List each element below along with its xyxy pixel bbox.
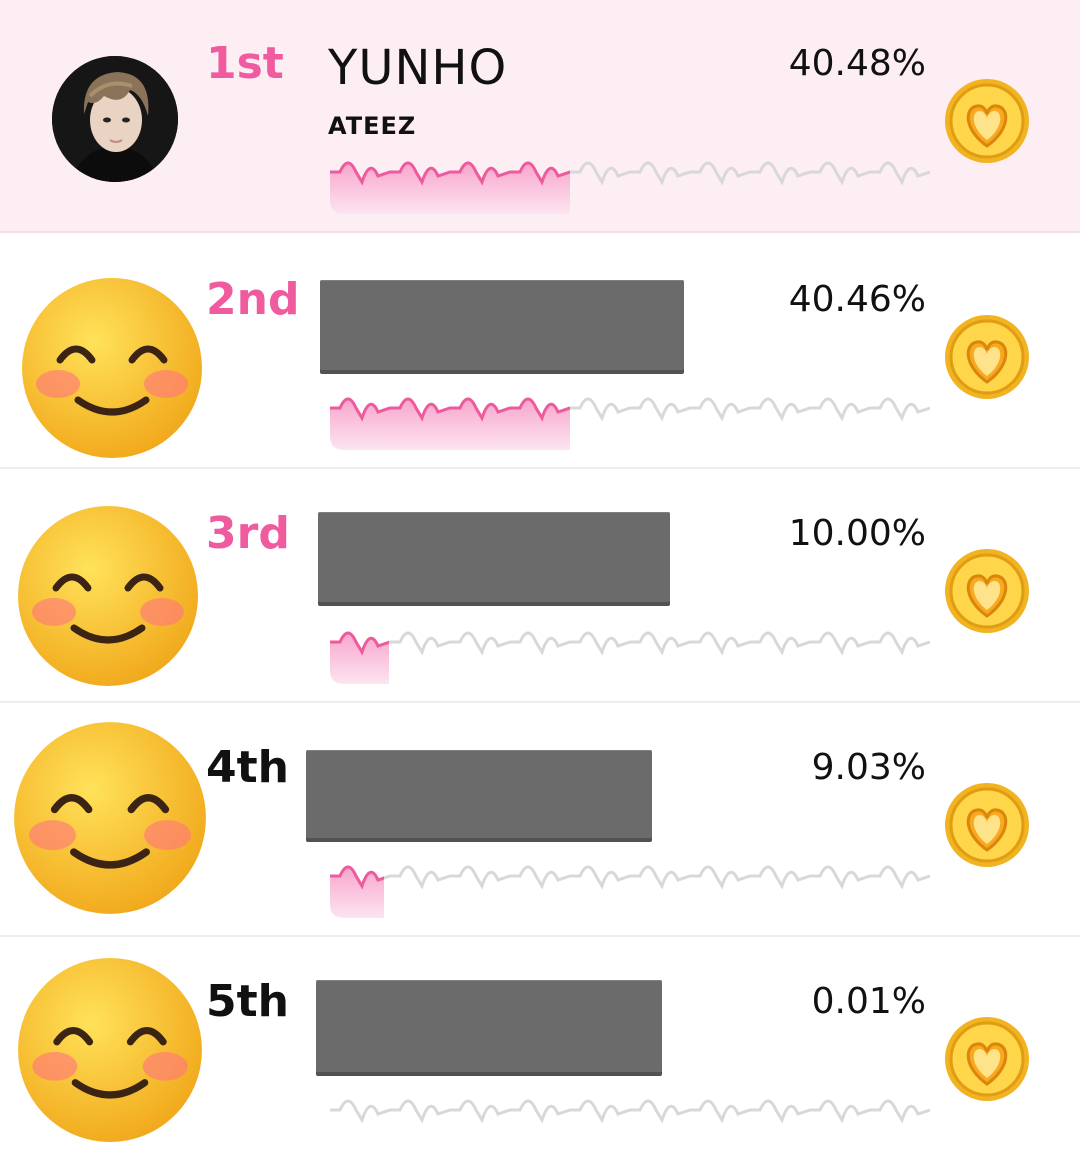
heart-coin-icon[interactable] — [944, 548, 1030, 634]
wave-track — [330, 631, 930, 656]
rank-label: 5th — [206, 976, 289, 1027]
heart-coin-icon[interactable] — [944, 1016, 1030, 1102]
vote-percentage: 40.48% — [788, 43, 926, 84]
vote-share-wave — [330, 631, 930, 684]
heart-coin-icon[interactable] — [944, 314, 1030, 400]
wave-track — [330, 1099, 930, 1124]
heart-coin-icon[interactable] — [944, 78, 1030, 164]
vote-percentage: 10.00% — [788, 513, 926, 554]
smiling-emoji-icon — [18, 506, 198, 686]
vote-percentage: 40.46% — [788, 279, 926, 320]
rank-label: 2nd — [206, 274, 300, 325]
vote-percentage: 0.01% — [811, 981, 926, 1022]
redacted-name-block — [320, 280, 684, 370]
redacted-name-block — [306, 750, 652, 838]
ranking-row-1[interactable]: 1st YUNHO ATEEZ 40.48% — [0, 0, 1080, 233]
smiling-emoji-icon — [22, 278, 202, 458]
artist-avatar — [52, 56, 178, 182]
candidate-name: YUNHO — [328, 40, 508, 96]
rank-label: 1st — [206, 38, 284, 89]
redacted-name-block — [316, 980, 662, 1072]
vote-share-wave — [330, 865, 930, 918]
vote-share-wave — [330, 1099, 930, 1124]
rank-label: 4th — [206, 742, 289, 793]
ranking-row-2[interactable]: 2nd 40.46% — [0, 236, 1080, 469]
smiling-emoji-icon — [14, 722, 206, 914]
heart-coin-icon[interactable] — [944, 782, 1030, 868]
vote-share-wave — [330, 161, 930, 214]
ranking-row-5[interactable]: 5th 0.01% — [0, 938, 1080, 1171]
ranking-row-3[interactable]: 3rd 10.00% — [0, 470, 1080, 703]
wave-track — [330, 865, 930, 890]
redacted-name-block — [318, 512, 670, 602]
vote-percentage: 9.03% — [811, 747, 926, 788]
rank-label: 3rd — [206, 508, 290, 559]
smiling-emoji-icon — [18, 958, 202, 1142]
vote-share-wave — [330, 397, 930, 450]
candidate-group: ATEEZ — [328, 112, 417, 140]
ranking-row-4[interactable]: 4th 9.03% — [0, 704, 1080, 937]
